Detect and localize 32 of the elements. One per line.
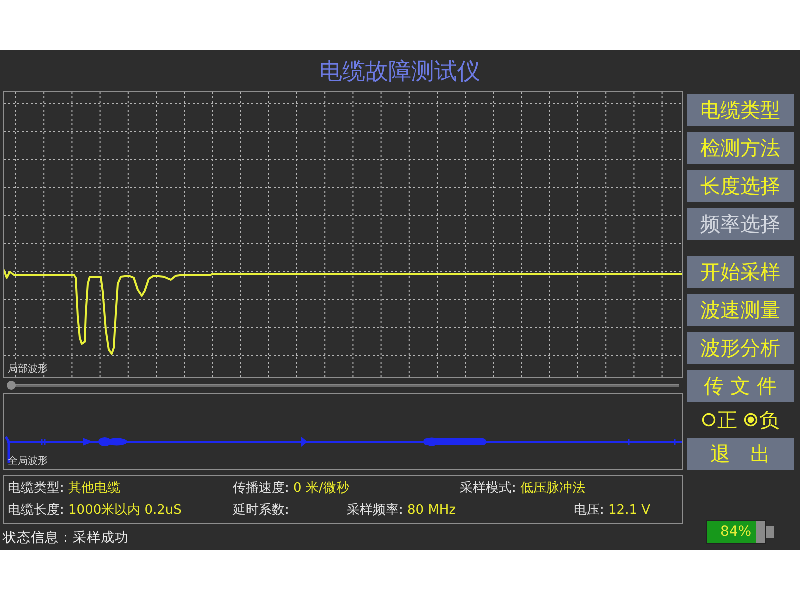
exit-button[interactable]: 退 出 <box>687 438 794 470</box>
field-label: 采样频率: <box>347 503 404 518</box>
menu-button[interactable]: 波速测量 <box>687 294 794 326</box>
field-label: 延时系数: <box>233 503 290 518</box>
field-value: 其他电缆 <box>68 481 121 496</box>
position-slider[interactable] <box>7 381 679 390</box>
menu-button[interactable]: 波形分析 <box>687 332 794 364</box>
radio-option[interactable]: 负 <box>744 406 780 434</box>
field-value: 0 米/微秒 <box>294 481 350 496</box>
slider-thumb[interactable] <box>7 381 16 390</box>
field-value: 12.1 V <box>608 503 651 518</box>
panel-label: 全局波形 <box>8 456 48 468</box>
field-label: 电缆类型: <box>8 481 64 496</box>
menu-button[interactable]: 长度选择 <box>687 170 794 202</box>
menu-button[interactable]: 开始采样 <box>687 256 794 288</box>
status-text: 状态信息：采样成功 <box>3 529 130 548</box>
field-label: 电缆长度: <box>8 503 64 518</box>
radio-icon[interactable] <box>702 413 716 427</box>
field-label: 电压: <box>574 503 604 518</box>
battery-percentage: 84% <box>719 523 753 542</box>
field-value: 80 MHz <box>408 503 456 518</box>
menu-button[interactable]: 传 文 件 <box>687 370 794 402</box>
field-label: 采样模式: <box>460 481 516 496</box>
field-label: 传播速度: <box>233 481 290 496</box>
radio-option[interactable]: 正 <box>702 406 738 434</box>
field-value: 1000米以内 0.2uS <box>68 503 182 518</box>
radio-icon[interactable] <box>744 413 758 427</box>
app-title: 电缆故障测试仪 <box>318 58 482 87</box>
menu-button[interactable]: 电缆类型 <box>687 94 794 126</box>
field-value: 低压脉冲法 <box>520 481 586 496</box>
panel-label: 局部波形 <box>8 364 48 376</box>
menu-button[interactable]: 检测方法 <box>687 132 794 164</box>
